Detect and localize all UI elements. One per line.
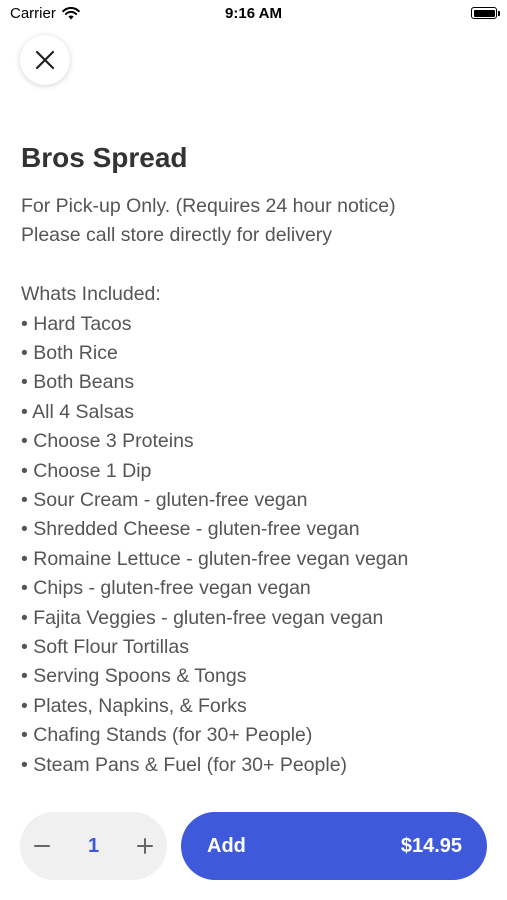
description-line: For Pick-up Only. (Requires 24 hour noti… xyxy=(21,195,396,217)
bullet-icon: • xyxy=(21,342,28,365)
bullet-icon: • xyxy=(21,400,28,423)
clock: 9:16 AM xyxy=(225,5,282,22)
battery-icon xyxy=(471,7,500,19)
add-to-cart-button[interactable]: Add $14.95 xyxy=(181,812,487,880)
included-item-label: Plates, Napkins, & Forks xyxy=(33,694,247,717)
bullet-icon: • xyxy=(21,459,28,482)
bullet-icon: • xyxy=(21,518,28,541)
quantity-value: 1 xyxy=(87,834,100,857)
included-item: • Steam Pans & Fuel (for 30+ People) xyxy=(21,751,491,780)
included-item-label: All 4 Salsas xyxy=(32,400,135,423)
close-button[interactable] xyxy=(20,35,70,85)
included-item-label: Steam Pans & Fuel (for 30+ People) xyxy=(33,753,348,776)
status-bar: Carrier 9:16 AM xyxy=(0,0,507,28)
included-item: • All 4 Salsas xyxy=(21,398,491,427)
bullet-icon: • xyxy=(21,665,28,688)
minus-icon xyxy=(34,845,50,847)
included-item: • Serving Spoons & Tongs xyxy=(21,662,491,691)
quantity-stepper: 1 xyxy=(20,812,167,880)
bottom-action-bar: 1 Add $14.95 xyxy=(0,790,507,900)
bullet-icon: • xyxy=(21,606,28,629)
included-item-label: Choose 1 Dip xyxy=(33,459,152,482)
included-item: • Shredded Cheese - gluten-free vegan xyxy=(21,515,491,544)
description-line: Please call store directly for delivery xyxy=(21,224,333,247)
included-item-label: Both Rice xyxy=(33,342,118,365)
included-item: • Both Beans xyxy=(21,368,491,397)
bullet-icon: • xyxy=(21,636,28,659)
included-item-label: Hard Tacos xyxy=(33,312,132,335)
included-items-list: • Hard Tacos • Both Rice • Both Beans • All… xyxy=(21,310,491,781)
included-item: • Chafing Stands (for 30+ People) xyxy=(21,721,491,750)
bullet-icon: • xyxy=(21,694,28,717)
included-item-label: Shredded Cheese - gluten-free vegan xyxy=(33,518,360,541)
included-item-label: Romaine Lettuce - gluten-free vegan vega… xyxy=(33,547,409,570)
bullet-icon: • xyxy=(21,753,28,776)
bullet-icon: • xyxy=(21,489,28,512)
close-icon xyxy=(35,50,55,70)
plus-icon xyxy=(137,838,153,854)
included-item-label: Fajita Veggies - gluten-free vegan vegan xyxy=(33,606,384,629)
decrement-button[interactable] xyxy=(20,812,64,880)
included-item: • Chips - gluten-free vegan vegan xyxy=(21,574,491,603)
included-item-label: Both Beans xyxy=(33,371,135,394)
bullet-icon: • xyxy=(21,577,28,600)
included-item: • Hard Tacos xyxy=(21,310,491,339)
product-description: For Pick-up Only. (Requires 24 hour noti… xyxy=(21,192,491,780)
included-item: • Choose 3 Proteins xyxy=(21,427,491,456)
bullet-icon: • xyxy=(21,724,28,747)
bullet-icon: • xyxy=(21,547,28,570)
included-item-label: Choose 3 Proteins xyxy=(33,430,194,453)
included-item-label: Chafing Stands (for 30+ People) xyxy=(33,724,313,747)
increment-button[interactable] xyxy=(123,812,167,880)
add-label: Add xyxy=(207,835,246,857)
included-item: • Sour Cream - gluten-free vegan xyxy=(21,486,491,515)
included-heading: Whats Included: xyxy=(21,283,161,306)
included-item-label: Chips - gluten-free vegan vegan xyxy=(33,577,311,600)
included-item-label: Serving Spoons & Tongs xyxy=(33,665,247,688)
included-item: • Choose 1 Dip xyxy=(21,457,491,486)
included-item-label: Soft Flour Tortillas xyxy=(33,636,189,659)
included-item: • Romaine Lettuce - gluten-free vegan ve… xyxy=(21,545,491,574)
included-item: • Both Rice xyxy=(21,339,491,368)
bullet-icon: • xyxy=(21,430,28,453)
bullet-icon: • xyxy=(21,371,28,394)
product-title: Bros Spread xyxy=(21,142,188,173)
price-label: $14.95 xyxy=(400,835,462,857)
included-item: • Plates, Napkins, & Forks xyxy=(21,692,491,721)
included-item-label: Sour Cream - gluten-free vegan xyxy=(33,489,308,512)
included-item: • Fajita Veggies - gluten-free vegan veg… xyxy=(21,604,491,633)
included-item: • Soft Flour Tortillas xyxy=(21,633,491,662)
bullet-icon: • xyxy=(21,312,28,335)
